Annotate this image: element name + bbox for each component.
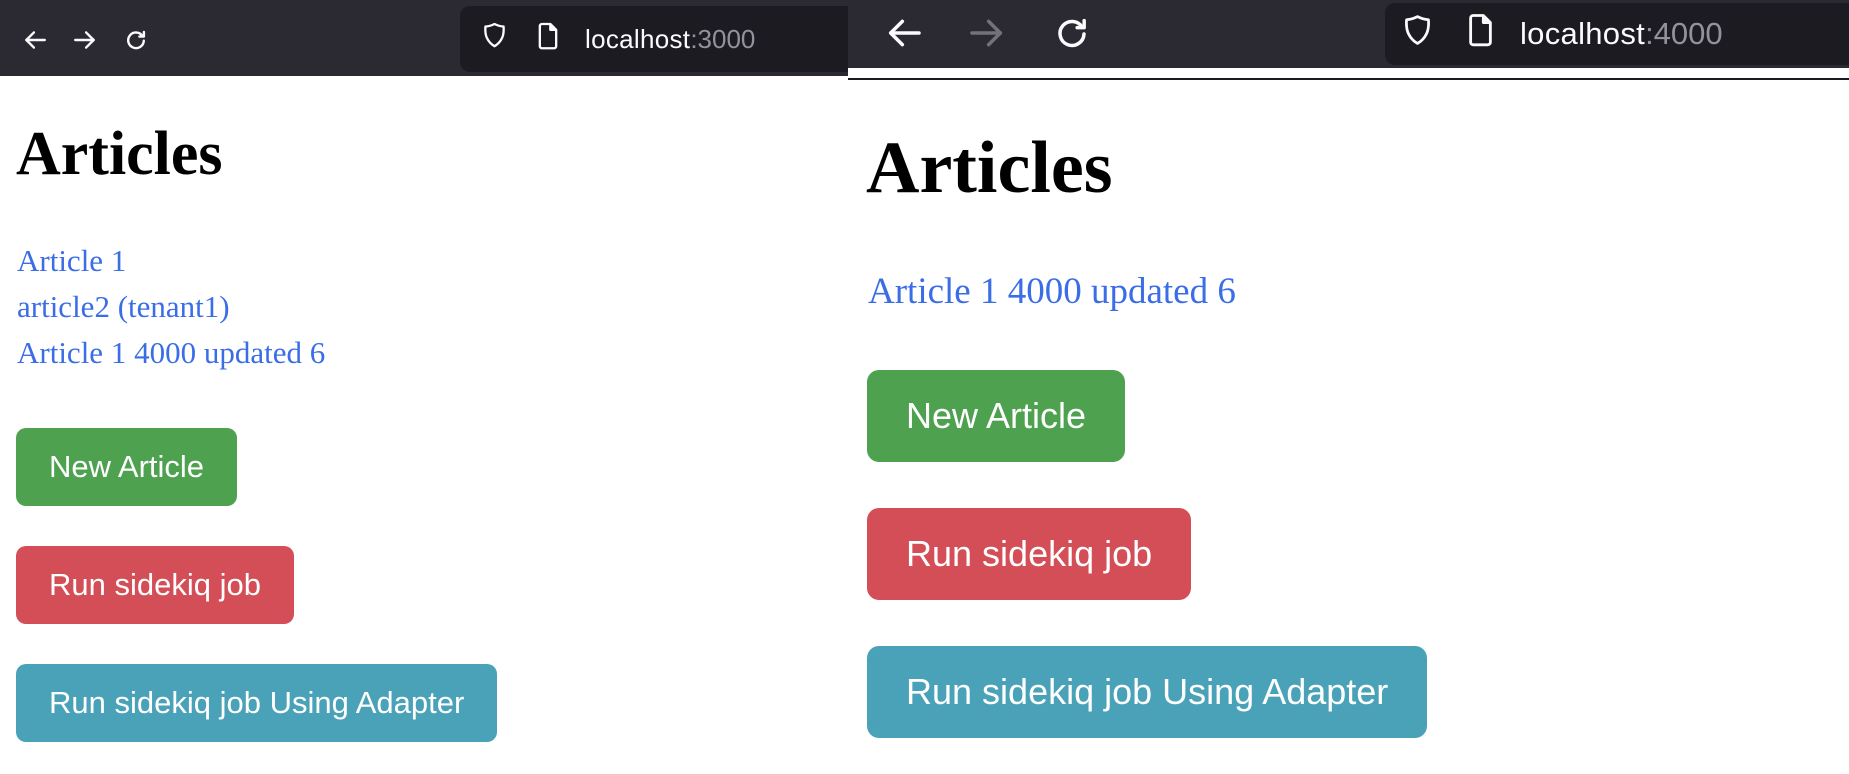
- shield-icon[interactable]: [480, 21, 509, 57]
- article-link[interactable]: Article 1: [17, 238, 325, 284]
- page-title: Articles: [866, 128, 1113, 209]
- article-link[interactable]: Article 1 4000 updated 6: [17, 330, 325, 376]
- article-links: Article 1 4000 updated 6: [868, 266, 1236, 318]
- page-document-icon[interactable]: [535, 22, 561, 57]
- article-link[interactable]: Article 1 4000 updated 6: [868, 266, 1236, 318]
- run-sidekiq-job-button[interactable]: Run sidekiq job: [16, 546, 294, 624]
- page-content: Articles Article 1 4000 updated 6 New Ar…: [848, 80, 1849, 774]
- url-port-text: :4000: [1645, 16, 1723, 52]
- reload-icon[interactable]: [1052, 13, 1092, 53]
- url-port-text: :3000: [690, 24, 755, 55]
- new-article-button[interactable]: New Article: [16, 428, 237, 506]
- reload-icon[interactable]: [123, 27, 149, 53]
- run-sidekiq-job-adapter-button[interactable]: Run sidekiq job Using Adapter: [16, 664, 497, 742]
- url-host-text: localhost: [1520, 16, 1645, 52]
- article-link[interactable]: article2 (tenant1): [17, 284, 325, 330]
- run-sidekiq-job-adapter-button[interactable]: Run sidekiq job Using Adapter: [867, 646, 1427, 738]
- shield-icon[interactable]: [1400, 13, 1435, 56]
- page-document-icon[interactable]: [1465, 13, 1496, 55]
- browser-toolbar: localhost:3000: [0, 0, 848, 76]
- article-links: Article 1 article2 (tenant1) Article 1 4…: [17, 238, 325, 376]
- new-article-button[interactable]: New Article: [867, 370, 1125, 462]
- address-bar[interactable]: localhost:3000: [460, 6, 848, 72]
- forward-icon-disabled: [967, 13, 1007, 53]
- page-content: Articles Article 1 article2 (tenant1) Ar…: [0, 76, 848, 774]
- browser-window-3000: localhost:3000 Articles Article 1 articl…: [0, 0, 848, 774]
- browser-toolbar: localhost:4000: [848, 0, 1849, 68]
- back-icon[interactable]: [884, 13, 924, 53]
- url-host-text: localhost: [585, 24, 690, 55]
- address-bar[interactable]: localhost:4000: [1385, 3, 1849, 65]
- page-title: Articles: [16, 120, 223, 188]
- run-sidekiq-job-button[interactable]: Run sidekiq job: [867, 508, 1191, 600]
- browser-window-4000: localhost:4000 Articles Article 1 4000 u…: [848, 0, 1849, 774]
- back-icon[interactable]: [22, 27, 48, 53]
- forward-icon[interactable]: [72, 27, 98, 53]
